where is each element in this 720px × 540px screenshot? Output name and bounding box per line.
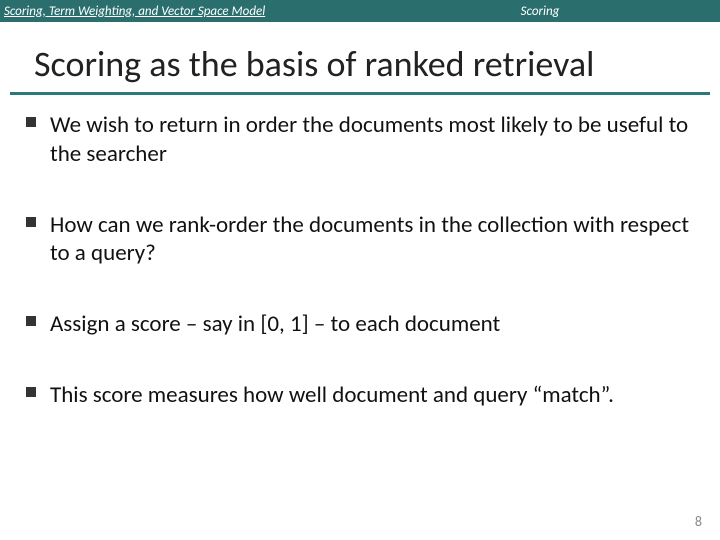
slide-header: Scoring, Term Weighting, and Vector Spac…	[0, 0, 720, 22]
bullet-item: How can we rank-order the documents in t…	[26, 211, 694, 269]
bullet-item: We wish to return in order the documents…	[26, 111, 694, 169]
slide-title: Scoring as the basis of ranked retrieval	[10, 22, 710, 95]
header-left-text: Scoring, Term Weighting, and Vector Spac…	[0, 0, 360, 22]
bullet-square-icon	[26, 316, 36, 326]
bullet-square-icon	[26, 217, 36, 227]
header-right-text: Scoring	[360, 0, 720, 22]
bullet-text: This score measures how well document an…	[50, 381, 694, 410]
slide-content: We wish to return in order the documents…	[0, 107, 720, 410]
bullet-text: How can we rank-order the documents in t…	[50, 211, 694, 269]
bullet-item: Assign a score – say in [0, 1] – to each…	[26, 310, 694, 339]
bullet-item: This score measures how well document an…	[26, 381, 694, 410]
bullet-square-icon	[26, 117, 36, 127]
bullet-text: We wish to return in order the documents…	[50, 111, 694, 169]
bullet-square-icon	[26, 387, 36, 397]
page-number: 8	[695, 513, 702, 530]
bullet-text: Assign a score – say in [0, 1] – to each…	[50, 310, 694, 339]
